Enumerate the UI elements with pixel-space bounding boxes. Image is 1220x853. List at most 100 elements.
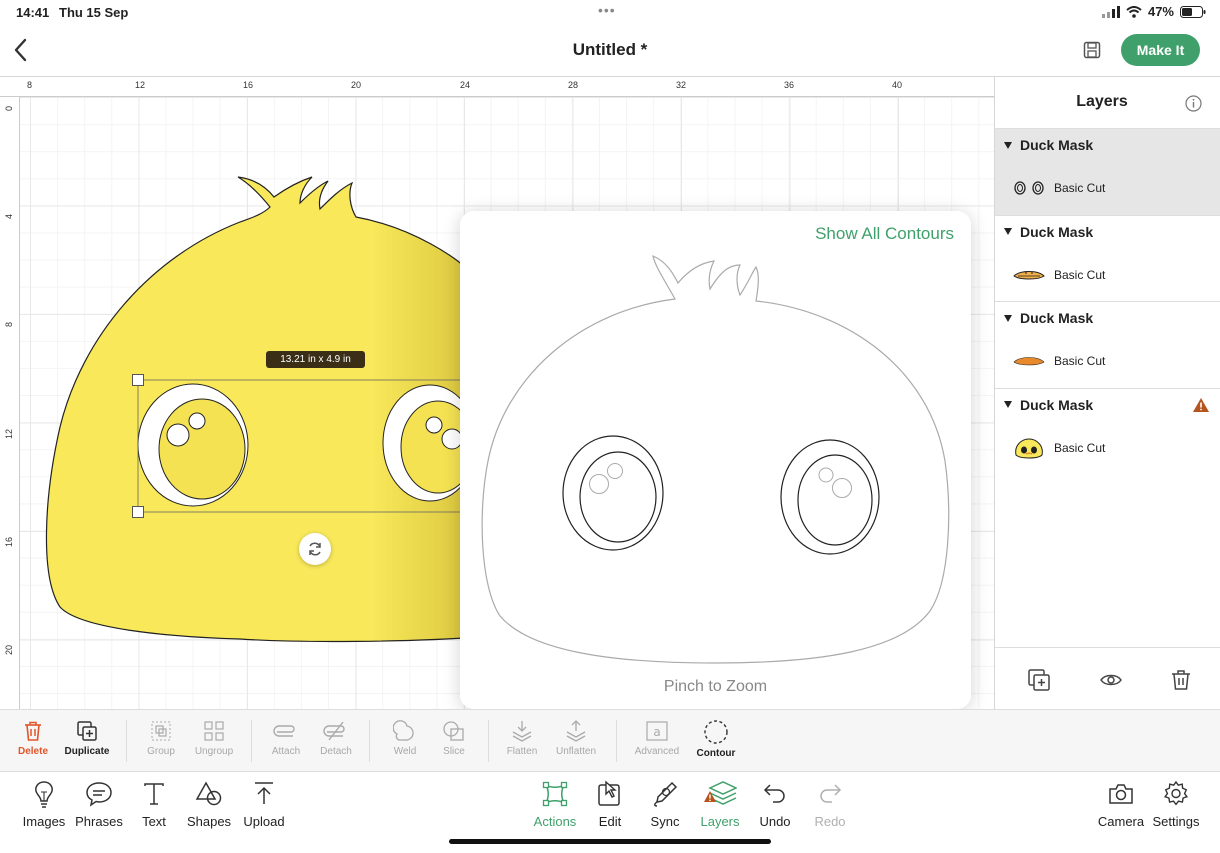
warning-icon[interactable] xyxy=(1192,397,1210,413)
svg-text:a: a xyxy=(653,725,660,739)
layer-group[interactable]: Duck Mask Basic Cut xyxy=(995,302,1220,389)
paperclip-icon xyxy=(273,725,295,737)
speech-bubble-icon xyxy=(86,782,112,807)
save-icon[interactable] xyxy=(1083,41,1101,59)
sync-tool[interactable]: Sync xyxy=(637,780,693,829)
multitask-dots[interactable]: ••• xyxy=(598,2,616,18)
contour-right-eye-dot[interactable] xyxy=(818,467,834,483)
slice-button[interactable]: Slice xyxy=(424,720,484,766)
layers-bottom-bar xyxy=(995,647,1220,710)
advanced-button[interactable]: a Advanced xyxy=(627,720,687,766)
contour-left-eye-outer[interactable] xyxy=(562,435,664,551)
status-indicators: 47% xyxy=(1101,4,1206,19)
flatten-label: Flatten xyxy=(506,746,538,757)
layer-group-name: Duck Mask xyxy=(1020,223,1094,240)
size-label: 13.21 in x 4.9 in xyxy=(266,351,365,368)
collapse-triangle-icon[interactable] xyxy=(1004,228,1012,235)
weld-icon xyxy=(393,720,414,741)
layer-item[interactable]: Basic Cut xyxy=(1012,262,1105,288)
collapse-triangle-icon[interactable] xyxy=(1004,141,1012,149)
contour-icon xyxy=(704,720,728,744)
edit-tool[interactable]: Edit xyxy=(582,780,638,829)
undo-tool[interactable]: Undo xyxy=(747,780,803,829)
redo-tool[interactable]: Redo xyxy=(802,780,858,829)
images-label: Images xyxy=(22,814,66,829)
contour-right-eye-dot[interactable] xyxy=(832,478,852,498)
layer-item-label: Basic Cut xyxy=(1054,440,1106,455)
layer-item[interactable]: Basic Cut xyxy=(1012,348,1105,374)
contour-right-eye-inner[interactable] xyxy=(797,454,873,546)
visibility-eye-icon[interactable] xyxy=(1099,668,1123,692)
collapse-triangle-icon[interactable] xyxy=(1004,401,1012,408)
unflatten-button[interactable]: Unflatten xyxy=(546,720,606,766)
text-tool[interactable]: Text xyxy=(126,780,182,829)
sync-pen-icon xyxy=(654,781,678,807)
text-label: Text xyxy=(142,814,166,829)
beak-thumbnail-icon xyxy=(1012,348,1046,374)
detach-button[interactable]: Detach xyxy=(306,720,366,766)
edit-cursor-icon xyxy=(598,780,620,806)
layer-group-header[interactable]: Duck Mask xyxy=(1004,137,1093,153)
delete-button[interactable]: Delete xyxy=(3,720,63,766)
rotate-icon xyxy=(309,542,321,556)
images-tool[interactable]: Images xyxy=(16,780,72,829)
flatten-icon xyxy=(512,721,532,742)
trash-icon[interactable] xyxy=(1169,668,1193,692)
collapse-triangle-icon[interactable] xyxy=(1004,314,1012,322)
duplicate-button[interactable]: Duplicate xyxy=(57,720,117,766)
contour-left-eye-inner[interactable] xyxy=(579,451,657,543)
ungroup-button[interactable]: Ungroup xyxy=(184,720,244,766)
contour-left-eye-dot[interactable] xyxy=(607,463,623,479)
battery-percent: 47% xyxy=(1147,4,1174,19)
separator xyxy=(251,720,252,762)
left-eye-highlight xyxy=(166,423,190,447)
edit-label: Edit xyxy=(598,814,622,829)
actions-label: Actions xyxy=(533,814,577,829)
info-icon[interactable] xyxy=(1185,95,1202,112)
layer-group-header[interactable]: Duck Mask xyxy=(1004,397,1093,413)
layer-item[interactable]: Basic Cut xyxy=(1012,435,1105,461)
upload-label: Upload xyxy=(243,814,285,829)
layers-tool[interactable]: Layers xyxy=(692,780,748,829)
right-eye-highlight xyxy=(425,416,443,434)
actions-bar: Delete Duplicate Group Ungroup Attach De… xyxy=(0,709,1220,772)
shapes-tool[interactable]: Shapes xyxy=(181,780,237,829)
contour-preview[interactable] xyxy=(460,211,971,681)
phrases-label: Phrases xyxy=(75,814,123,829)
rotate-handle[interactable] xyxy=(299,533,331,565)
layer-item-label: Basic Cut xyxy=(1054,181,1106,195)
layer-group[interactable]: Duck Mask Basic Cut xyxy=(995,389,1220,476)
selection-handle-bottom-left[interactable] xyxy=(132,506,144,518)
beak-outline-thumbnail-icon xyxy=(1012,262,1046,288)
left-eye-pupil[interactable] xyxy=(158,398,246,500)
contour-right-eye-outer[interactable] xyxy=(780,439,880,555)
back-chevron-icon[interactable] xyxy=(10,36,32,64)
layer-group-name: Duck Mask xyxy=(1020,137,1094,153)
layer-group[interactable]: Duck Mask Basic Cut xyxy=(995,216,1220,302)
layer-item-label: Basic Cut xyxy=(1054,354,1106,368)
layer-group-header[interactable]: Duck Mask xyxy=(1004,310,1093,326)
layer-group-header[interactable]: Duck Mask xyxy=(1004,224,1093,240)
contour-outline[interactable] xyxy=(481,255,950,664)
shapes-label: Shapes xyxy=(186,814,232,829)
contour-button[interactable]: Contour xyxy=(686,720,746,766)
advanced-label: Advanced xyxy=(634,746,680,757)
actions-tool[interactable]: Actions xyxy=(527,780,583,829)
camera-tool[interactable]: Camera xyxy=(1093,780,1149,829)
layer-group[interactable]: Duck Mask Basic Cut xyxy=(995,129,1220,216)
flatten-button[interactable]: Flatten xyxy=(492,720,552,766)
group-button[interactable]: Group xyxy=(131,720,191,766)
contour-left-eye-dot[interactable] xyxy=(589,474,609,494)
upload-tool[interactable]: Upload xyxy=(236,780,292,829)
make-it-button[interactable]: Make It xyxy=(1121,34,1200,66)
separator xyxy=(369,720,370,762)
home-indicator[interactable] xyxy=(449,839,771,844)
detach-label: Detach xyxy=(320,746,352,757)
status-time: 14:41 xyxy=(16,5,50,20)
layer-item[interactable]: Basic Cut xyxy=(1012,175,1105,201)
contour-popover: Show All Contours Pinch to Zoom xyxy=(460,211,971,724)
selection-handle-top-left[interactable] xyxy=(132,374,144,386)
settings-tool[interactable]: Settings xyxy=(1148,780,1204,829)
phrases-tool[interactable]: Phrases xyxy=(71,780,127,829)
combine-layers-icon[interactable] xyxy=(1027,668,1051,692)
